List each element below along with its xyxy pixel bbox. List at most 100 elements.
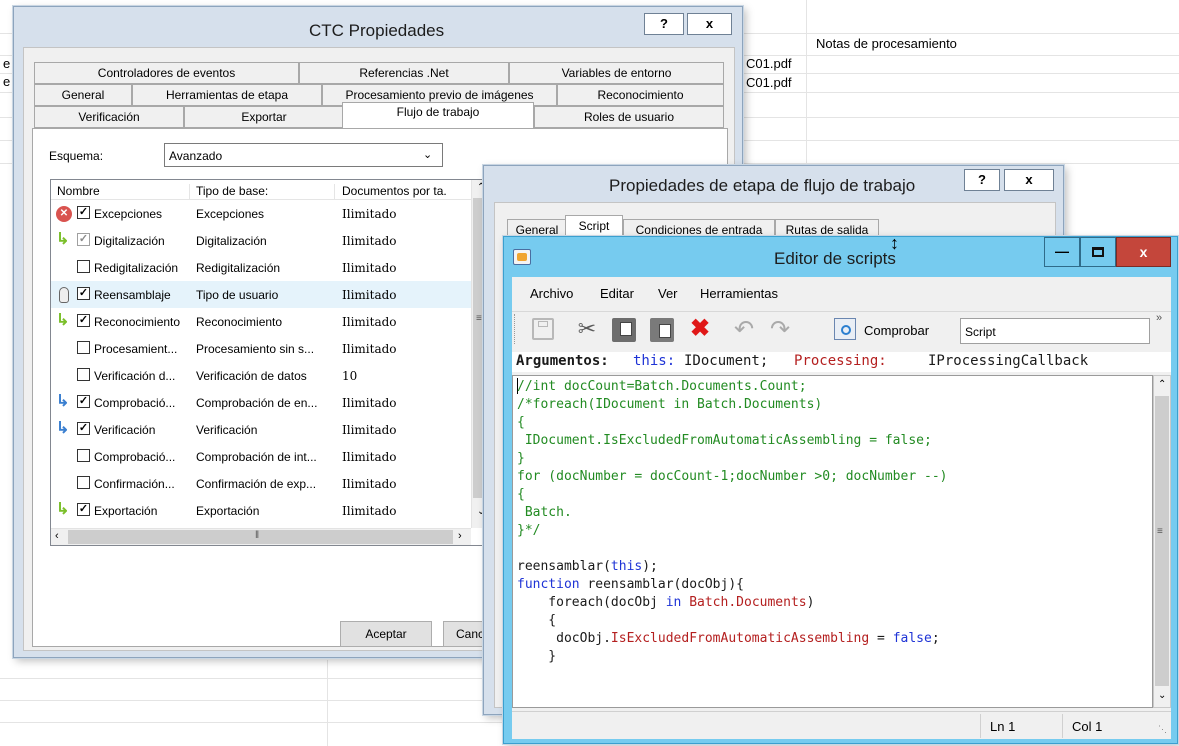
tab-export[interactable]: Exportar (184, 106, 344, 128)
stage-row[interactable]: ↳ ✓ Exportación Exportación Ilimitado (51, 497, 471, 524)
stage-row[interactable]: ✕ ✓ Excepciones Excepciones Ilimitado (51, 200, 471, 227)
stage-row[interactable]: Procesamient... Procesamiento sin s... Ili… (51, 335, 471, 362)
stage-docs-cell: Ilimitado (342, 342, 397, 356)
maximize-icon[interactable] (1080, 237, 1116, 267)
cut-icon[interactable]: ✂ (572, 316, 602, 344)
close-button[interactable]: x (687, 13, 732, 35)
column-header-name[interactable]: Nombre (57, 184, 100, 198)
code-vertical-scrollbar[interactable]: ⌃ ≡ ⌄ (1153, 375, 1171, 708)
editor-title: Editor de scripts (774, 249, 896, 268)
h-scroll-thumb[interactable] (68, 530, 453, 544)
close-icon[interactable]: x (1116, 237, 1171, 267)
stage-checkbox[interactable] (77, 341, 90, 354)
stage-row[interactable]: ↳ ✓ Comprobació... Comprobación de en... Ili… (51, 389, 471, 416)
code-token: foreach(docObj (517, 595, 666, 610)
stage-name-cell: Digitalización (94, 234, 165, 248)
stage-docs-cell: Ilimitado (342, 234, 397, 248)
stage-checkbox[interactable]: ✓ (77, 503, 90, 516)
menu-file[interactable]: Archivo (530, 286, 573, 301)
stage-checkbox[interactable]: ✓ (77, 314, 90, 327)
editor-titlebar[interactable]: Editor de scripts — x (504, 237, 1177, 277)
ctc-titlebar[interactable]: CTC Propiedades ? x (14, 7, 742, 47)
paste-icon[interactable] (650, 318, 674, 342)
status-line: Ln 1 (990, 719, 1016, 734)
check-icon (834, 318, 856, 340)
stage-row[interactable]: ↳ ✓ Verificación Verificación Ilimitado (51, 416, 471, 443)
resize-grip-icon[interactable]: ⋱ (1158, 724, 1167, 735)
menu-tools[interactable]: Herramientas (700, 286, 778, 301)
stage-row[interactable]: ↳ ✓ Reconocimiento Reconocimiento Ilimitado (51, 308, 471, 335)
stage-name-cell: Comprobació... (94, 396, 176, 410)
stage-checkbox[interactable] (77, 260, 90, 273)
copy-icon[interactable] (612, 318, 636, 342)
stage-checkbox[interactable]: ✓ (77, 206, 90, 219)
tab-recognition[interactable]: Reconocimiento (557, 84, 724, 106)
tab-general[interactable]: General (34, 84, 132, 106)
tab-workflow[interactable]: Flujo de trabajo (342, 102, 534, 130)
stage-docs-cell: Ilimitado (342, 288, 397, 302)
editor-app-icon (513, 249, 531, 265)
stage-row[interactable]: ↳ ✓ Digitalización Digitalización Ilimitado (51, 227, 471, 254)
column-header-notes[interactable]: Notas de procesamiento (816, 36, 957, 51)
file-cell[interactable]: C01.pdf (746, 75, 792, 90)
undo-icon[interactable]: ↶ (732, 315, 756, 343)
stage-checkbox[interactable]: ✓ (77, 422, 90, 435)
stage-docs-cell: Ilimitado (342, 396, 397, 410)
file-cell[interactable]: C01.pdf (746, 56, 792, 71)
code-token: }*/ (517, 523, 541, 538)
tab-user-roles[interactable]: Roles de usuario (534, 106, 724, 128)
code-token: for (docNumber = docCount-1;docNumber >0… (517, 469, 948, 484)
minimize-icon[interactable]: — (1044, 237, 1080, 267)
chevron-down-icon: ⌄ (423, 149, 433, 161)
code-token: ) (806, 595, 815, 610)
stage-row[interactable]: Comprobació... Comprobación de int... Ilim… (51, 443, 471, 470)
stage-close-button[interactable]: x (1004, 169, 1054, 191)
code-line: IDocument.IsExcludedFromAutomaticAssembl… (517, 432, 932, 450)
stage-checkbox[interactable]: ✓ (77, 233, 90, 246)
stage-type-cell: Reconocimiento (196, 315, 283, 329)
scroll-left-icon[interactable]: ‹ (55, 530, 59, 542)
menu-view[interactable]: Ver (658, 286, 678, 301)
code-line: { (517, 486, 525, 504)
schema-select[interactable]: Avanzado ⌄ (164, 143, 443, 167)
tab-stage-tools[interactable]: Herramientas de etapa (132, 84, 322, 106)
scroll-right-icon[interactable]: › (458, 530, 462, 542)
column-header-base-type[interactable]: Tipo de base: (196, 184, 268, 198)
code-scroll-down-icon[interactable]: ⌄ (1158, 690, 1166, 701)
save-icon[interactable] (532, 318, 554, 340)
stage-checkbox[interactable] (77, 449, 90, 462)
code-token: ; (931, 631, 940, 646)
stage-checkbox[interactable] (77, 476, 90, 489)
redo-icon[interactable]: ↷ (768, 315, 792, 343)
menu-edit[interactable]: Editar (600, 286, 634, 301)
code-token: //int docCount=Batch.Documents.Count; (517, 379, 807, 394)
tab-environment-variables[interactable]: Variables de entorno (509, 62, 724, 84)
status-column: Col 1 (1072, 719, 1103, 734)
code-line: for (docNumber = docCount-1;docNumber >0… (517, 468, 947, 486)
delete-icon[interactable]: ✖ (688, 314, 712, 342)
code-line: foreach(docObj in Batch.Documents) (517, 594, 814, 612)
tab-net-references[interactable]: Referencias .Net (299, 62, 509, 84)
stage-checkbox[interactable]: ✓ (77, 287, 90, 300)
code-scroll-up-icon[interactable]: ⌃ (1158, 379, 1166, 390)
stage-checkbox[interactable]: ✓ (77, 395, 90, 408)
script-field[interactable]: Script (960, 318, 1150, 344)
stage-row[interactable]: Redigitalización Redigitalización Ilimitad… (51, 254, 471, 281)
horizontal-scrollbar[interactable]: ‹ ‖ › (51, 528, 471, 545)
tab-verification[interactable]: Verificación (34, 106, 184, 128)
stage-row[interactable]: Verificación d... Verificación de datos 10 (51, 362, 471, 389)
stage-row[interactable]: Confirmación... Confirmación de exp... Ili… (51, 470, 471, 497)
check-button[interactable]: Comprobar (864, 323, 929, 338)
column-header-docs[interactable]: Documentos por ta. (342, 184, 470, 198)
stage-help-button[interactable]: ? (964, 169, 1000, 191)
stage-type-cell: Procesamiento sin s... (196, 342, 315, 356)
accept-button[interactable]: Aceptar (340, 621, 432, 647)
help-button[interactable]: ? (644, 13, 684, 35)
code-scroll-thumb[interactable] (1155, 396, 1169, 686)
code-token: IsExcludedFromAutomaticAssembling (610, 631, 870, 646)
code-editor[interactable]: //int docCount=Batch.Documents.Count; /*f… (512, 375, 1153, 708)
tab-event-handlers[interactable]: Controladores de eventos (34, 62, 299, 84)
stage-row[interactable]: ✓ Reensamblaje Tipo de usuario Ilimitado (51, 281, 471, 308)
stage-checkbox[interactable] (77, 368, 90, 381)
toolbar-overflow-icon[interactable]: » (1156, 312, 1162, 324)
